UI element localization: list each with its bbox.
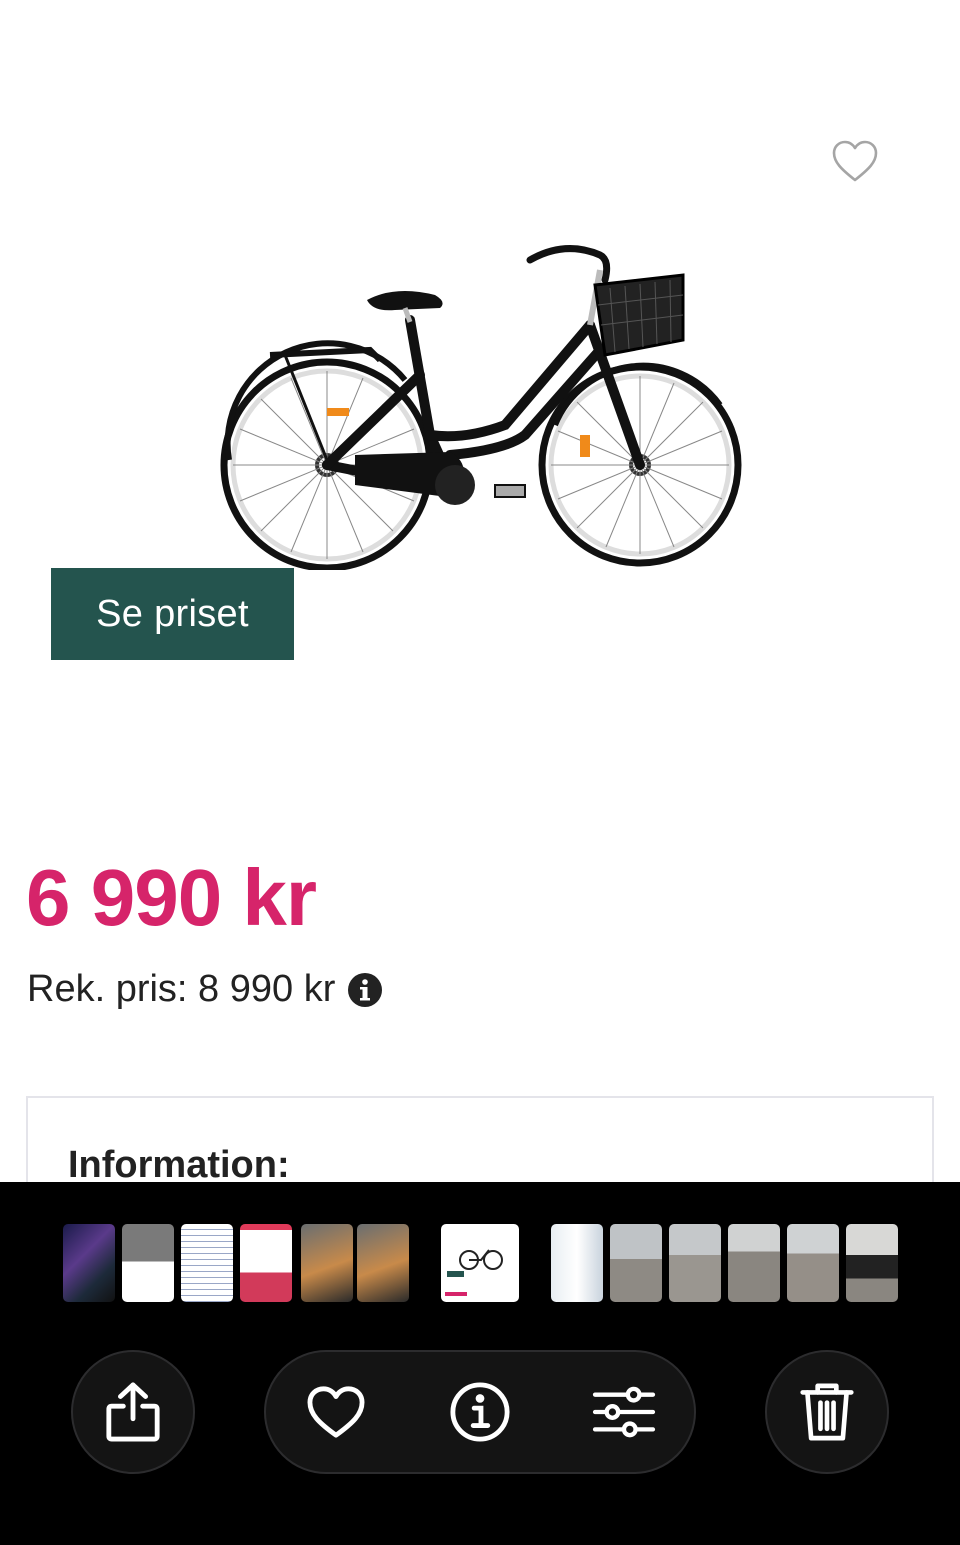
thumbnail[interactable] (787, 1224, 839, 1302)
sliders-icon (591, 1385, 657, 1439)
thumbnail[interactable] (610, 1224, 662, 1302)
thumbnail[interactable] (846, 1224, 898, 1302)
heart-icon (305, 1384, 367, 1440)
thumbnail[interactable] (181, 1224, 233, 1302)
share-icon (104, 1380, 162, 1444)
current-price: 6 990 kr (26, 853, 317, 942)
thumbnail[interactable] (551, 1224, 603, 1302)
recommended-price: Rek. pris: 8 990 kr (27, 968, 383, 1011)
thumbnail[interactable] (728, 1224, 780, 1302)
adjust-button[interactable] (562, 1352, 686, 1472)
trash-icon (799, 1381, 855, 1443)
basket (593, 273, 685, 357)
thumbnail[interactable] (669, 1224, 721, 1302)
viewer-actions-group (264, 1350, 696, 1474)
thumbnail[interactable] (63, 1224, 115, 1302)
thumbnail[interactable] (122, 1224, 174, 1302)
thumbnail[interactable] (357, 1224, 409, 1302)
photo-thumbnail-strip[interactable] (0, 1224, 960, 1302)
information-section: Information: (26, 1096, 934, 1182)
heart-outline-icon (831, 139, 879, 183)
see-price-button[interactable]: Se priset (51, 568, 294, 660)
product-page: Se priset 6 990 kr Rek. pris: 8 990 kr I… (0, 0, 960, 1182)
thumbnail-active[interactable] (441, 1224, 519, 1302)
share-button[interactable] (71, 1350, 195, 1474)
delete-button[interactable] (765, 1350, 889, 1474)
info-icon (449, 1381, 511, 1443)
recommended-price-label: Rek. pris: 8 990 kr (27, 968, 336, 1010)
product-image-bicycle (215, 230, 750, 572)
information-heading: Information: (68, 1144, 290, 1182)
info-button[interactable] (418, 1352, 542, 1472)
thumbnail[interactable] (301, 1224, 353, 1302)
photo-viewer-toolbar (0, 1182, 960, 1545)
like-button[interactable] (274, 1352, 398, 1472)
info-circle-filled-icon[interactable] (347, 972, 383, 1008)
thumbnail[interactable] (240, 1224, 292, 1302)
favorite-button[interactable] (828, 134, 882, 188)
